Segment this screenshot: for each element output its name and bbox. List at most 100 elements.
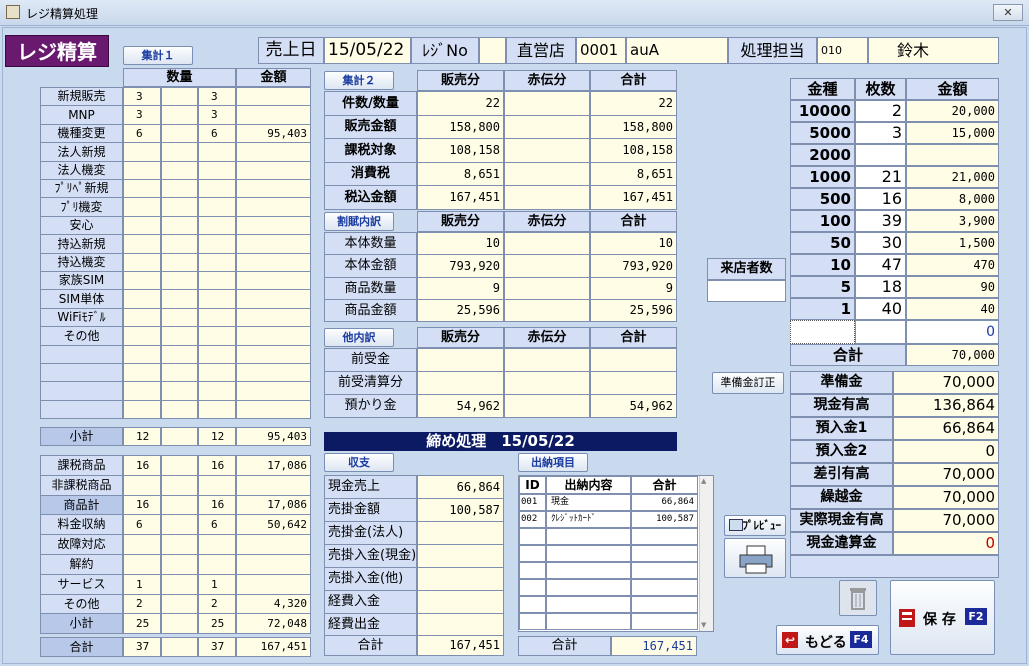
discount-row-total[interactable]: 10 [590,232,677,255]
sum1-row2-amount[interactable]: 17,086 [236,495,311,515]
sum1-row-qty1[interactable] [123,308,161,327]
sum1-row2-qty1[interactable]: 16 [123,495,161,515]
sum1-row-qty3[interactable] [198,253,236,272]
discount-row-sales[interactable]: 793,920 [417,254,504,278]
discount-row-red[interactable] [504,232,590,255]
sum1-row-qty3[interactable] [198,345,236,364]
sum1-row2-qty2[interactable] [161,534,198,555]
denom-row-count[interactable]: 3 [855,122,906,144]
sum1-row-amount[interactable] [236,400,311,419]
sum1-row-qty3[interactable] [198,400,236,419]
cash-diff-value[interactable]: 0 [893,532,999,555]
denom-row-amount[interactable]: 1,500 [906,232,999,254]
sum1-row2-amount[interactable] [236,475,311,496]
sum1-row-qty1[interactable] [123,142,161,162]
sum1-row-qty2[interactable] [161,381,198,401]
sum2-row-sales[interactable]: 167,451 [417,185,504,210]
sum1-row-qty1[interactable]: 3 [123,87,161,106]
sum1-row2-qty3[interactable] [198,534,236,555]
sum2-row-sales[interactable]: 8,651 [417,162,504,186]
denom-row-amount[interactable]: 15,000 [906,122,999,144]
sum2-row-total[interactable]: 108,158 [590,138,677,163]
sum1-row2-amount[interactable] [236,574,311,595]
denom-row-amount[interactable]: 40 [906,298,999,320]
denom-row-amount[interactable]: 470 [906,254,999,276]
discount-row-sales[interactable]: 25,596 [417,299,504,322]
cash-row-value[interactable]: 66,864 [893,417,999,440]
sum1-row-qty2[interactable] [161,142,198,162]
cash-row-value[interactable]: 70,000 [893,509,999,532]
other-row-sales[interactable] [417,371,504,395]
sum1-row-qty3[interactable]: 6 [198,124,236,143]
deposit-row-name[interactable] [546,528,631,545]
sum1-row-amount[interactable] [236,179,311,198]
close-button[interactable]: ✕ [993,4,1023,21]
sum1-total-qty3[interactable]: 37 [198,637,236,657]
deposit-button[interactable]: 出納項目 [518,453,588,472]
sum1-row2-qty3[interactable]: 16 [198,455,236,476]
sum1-row-amount[interactable] [236,271,311,290]
sum2-row-total[interactable]: 8,651 [590,162,677,186]
other-row-sales[interactable]: 54,962 [417,394,504,418]
denom-row-count[interactable]: 21 [855,166,906,188]
sum1-row2-qty3[interactable]: 1 [198,574,236,595]
discount-row-total[interactable]: 25,596 [590,299,677,322]
deposit-row-id[interactable]: 002 [519,511,546,528]
sum1-row-qty3[interactable] [198,381,236,401]
sum1-row-qty2[interactable] [161,326,198,346]
denom-extra-kind[interactable] [790,320,855,344]
other-row-red[interactable] [504,371,590,395]
deposit-row-amount[interactable] [631,562,698,579]
sum1-row2-qty1[interactable]: 6 [123,514,161,535]
store-code-field[interactable]: 0001 [576,37,626,64]
sum1-subtotal-qty1[interactable]: 12 [123,427,161,446]
sum1-row-qty2[interactable] [161,400,198,419]
save-button[interactable]: 保 存 F2 [890,580,995,655]
sum2-row-red[interactable] [504,162,590,186]
balance-row-value[interactable]: 100,587 [417,498,504,522]
sum1-row-amount[interactable] [236,308,311,327]
sum1-row2-amount[interactable]: 72,048 [236,613,311,634]
denom-row-amount[interactable]: 21,000 [906,166,999,188]
balance-total-value[interactable]: 167,451 [417,635,504,656]
print-button[interactable] [724,538,786,578]
sum2-row-sales[interactable]: 108,158 [417,138,504,163]
sum1-row-qty2[interactable] [161,105,198,125]
sum1-row2-qty2[interactable] [161,574,198,595]
discount-row-sales[interactable]: 10 [417,232,504,255]
deposit-row-name[interactable] [546,579,631,596]
sum2-row-total[interactable]: 167,451 [590,185,677,210]
sum2-row-total[interactable]: 158,800 [590,115,677,139]
sum1-row-qty1[interactable] [123,216,161,235]
sum1-row-amount[interactable] [236,216,311,235]
sum1-row-qty3[interactable] [198,308,236,327]
discount-row-red[interactable] [504,277,590,300]
sum1-row-qty1[interactable] [123,345,161,364]
balance-row-value[interactable] [417,590,504,614]
staff-code-field[interactable]: 010 [817,37,868,64]
sum1-row-qty3[interactable]: 3 [198,87,236,106]
other-row-red[interactable] [504,394,590,418]
sum1-row-qty1[interactable] [123,161,161,180]
sum1-row-amount[interactable] [236,87,311,106]
other-row-total[interactable]: 54,962 [590,394,677,418]
delete-button[interactable] [839,580,877,616]
deposit-row-amount[interactable] [631,528,698,545]
sum1-button[interactable]: 集計１ [123,46,193,65]
sum1-row-qty3[interactable] [198,326,236,346]
sum1-row2-qty1[interactable] [123,554,161,575]
cash-row-value[interactable]: 70,000 [893,463,999,486]
scroll-up-icon[interactable]: ▲ [701,477,706,485]
balance-row-value[interactable] [417,544,504,568]
sum1-row-qty1[interactable] [123,234,161,254]
sum1-subtotal-qty3[interactable]: 12 [198,427,236,446]
sum1-row-amount[interactable] [236,363,311,382]
sum2-row-red[interactable] [504,115,590,139]
sum1-row-qty3[interactable] [198,142,236,162]
sum1-row2-qty1[interactable]: 25 [123,613,161,634]
sum1-row-amount[interactable]: 95,403 [236,124,311,143]
deposit-total-value[interactable]: 167,451 [611,636,697,656]
sum1-row-qty3[interactable] [198,271,236,290]
sum1-row-qty1[interactable] [123,253,161,272]
denom-row-count[interactable]: 47 [855,254,906,276]
